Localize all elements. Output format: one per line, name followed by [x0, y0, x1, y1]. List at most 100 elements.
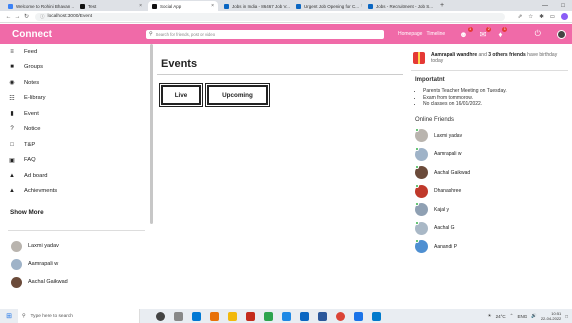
search-input[interactable]: ⚲ Search for friends, post or video: [146, 29, 384, 39]
profile-avatar[interactable]: [561, 13, 568, 20]
header-right: ⏻: [535, 29, 566, 39]
online-friend[interactable]: Dhanashree: [407, 182, 572, 201]
homepage-link[interactable]: Homepage: [398, 31, 422, 37]
mail-icon[interactable]: [300, 311, 309, 321]
sidebar-item[interactable]: ▮ Event: [0, 106, 153, 122]
user-avatar[interactable]: [557, 29, 566, 39]
clock-date: 22-04-2022: [540, 316, 562, 321]
back-icon[interactable]: ←: [4, 14, 13, 20]
avatar: [415, 239, 428, 254]
extensions-icon[interactable]: ✱: [539, 14, 544, 20]
important-title: Importatnt: [415, 77, 445, 83]
app-logo[interactable]: Connect: [0, 29, 146, 40]
online-dot: [415, 146, 419, 151]
office-icon[interactable]: [246, 311, 255, 321]
sidebar-item-label: Groups: [24, 64, 44, 71]
upcoming-button[interactable]: Upcoming: [205, 83, 270, 107]
browser-tab[interactable]: Welcome to Rohini Bhavan ...×: [4, 1, 74, 11]
sidebar-item[interactable]: ▲ Achievments: [0, 184, 153, 200]
rss-icon: ≡: [10, 48, 14, 55]
browser-tab[interactable]: Jobs - Recruitment - Job S...×: [364, 1, 434, 11]
settings-icon[interactable]: [354, 311, 363, 321]
sidebar-item[interactable]: □ T&P: [0, 137, 153, 153]
windows-start-icon[interactable]: ⊞: [0, 312, 18, 320]
close-icon[interactable]: ×: [359, 3, 362, 9]
taskbar-search[interactable]: ⚲ Type here to search: [18, 309, 140, 323]
chat-icon[interactable]: ✉ 2: [480, 26, 492, 39]
avatar: [11, 258, 22, 270]
clock[interactable]: 10:51 22-04-2022: [541, 311, 561, 321]
online-friend[interactable]: Aamrapali w: [407, 145, 572, 164]
sidebar-item[interactable]: ☷ E-library: [0, 91, 153, 107]
sidebar-item-label: Event: [24, 110, 39, 117]
person-icon[interactable]: ☻ 1: [459, 26, 473, 39]
app-icon[interactable]: [210, 311, 219, 321]
online-friend[interactable]: Aanandi P: [407, 238, 572, 257]
browser-tab[interactable]: Urgent Job Opening for C...×: [292, 1, 362, 11]
maximize-icon[interactable]: □: [554, 3, 572, 9]
star-icon[interactable]: ☆: [528, 14, 533, 20]
friend-item[interactable]: Aachal Gaikwad: [0, 273, 153, 291]
volume-icon[interactable]: 🔊: [531, 313, 537, 319]
timeline-link[interactable]: Timeline: [426, 31, 445, 37]
taskbar-search-placeholder: Type here to search: [30, 313, 73, 319]
reload-icon[interactable]: ↻: [22, 13, 31, 20]
friend-item[interactable]: Laxmi yadav: [0, 237, 153, 255]
file-explorer-icon[interactable]: [228, 311, 237, 321]
url-field[interactable]: ⓘ localhost:3000/Event: [35, 12, 505, 21]
show-more-button[interactable]: Show More: [10, 209, 153, 216]
online-dot: [415, 183, 419, 188]
online-friend[interactable]: Aachal G: [407, 219, 572, 238]
photos-icon[interactable]: [282, 311, 291, 321]
sidebar-item[interactable]: ▣ FAQ: [0, 153, 153, 169]
close-icon[interactable]: ×: [209, 3, 214, 9]
sidebar-item[interactable]: ▲ Ad board: [0, 168, 153, 184]
share-icon[interactable]: ⇗: [518, 14, 523, 20]
sidebar-icon[interactable]: ▭: [550, 14, 555, 20]
forward-icon[interactable]: →: [13, 14, 22, 20]
sidebar-item-label: Achievments: [24, 188, 58, 195]
browser-tab[interactable]: Social App ×: [148, 1, 218, 11]
tray-chevron-icon[interactable]: ⌃: [510, 313, 514, 319]
sidebar-item[interactable]: ■ Groups: [0, 60, 153, 76]
online-friend[interactable]: Kajal y: [407, 201, 572, 220]
person-badge: 1: [467, 26, 473, 32]
tab-favicon-icon: [152, 3, 157, 9]
edge-icon[interactable]: [192, 311, 201, 321]
sidebar-item-label: Ad board: [24, 172, 48, 179]
weather-text[interactable]: 24°C: [496, 314, 506, 319]
minimize-icon[interactable]: —: [536, 3, 554, 9]
notifications-icon[interactable]: □: [565, 314, 568, 319]
live-button[interactable]: Live: [159, 83, 203, 107]
store-icon[interactable]: [264, 311, 273, 321]
chat-badge: 2: [486, 26, 492, 32]
new-tab-button[interactable]: +: [436, 1, 448, 11]
browser-tabbar: Welcome to Rohini Bhavan ...×Test×Social…: [0, 0, 572, 11]
online-friend[interactable]: Aachal Gaikwad: [407, 164, 572, 183]
power-icon[interactable]: ⏻: [535, 29, 541, 39]
friend-name: Aachal Gaikwad: [28, 279, 68, 285]
lang-text[interactable]: ENG: [517, 314, 527, 319]
chrome-icon[interactable]: [336, 311, 345, 321]
online-friend[interactable]: Laxmi yadav: [407, 127, 572, 146]
weather-icon[interactable]: ☀: [488, 313, 492, 319]
sidebar-item[interactable]: ◉ Notes: [0, 75, 153, 91]
online-friend-name: Aanandi P: [434, 243, 458, 250]
online-friend-name: Laxmi yadav: [434, 132, 463, 139]
browser-tab[interactable]: Jobs in India - 86467 Job V...×: [220, 1, 290, 11]
vscode-icon[interactable]: [372, 311, 381, 321]
url-text: localhost:3000/Event: [47, 14, 93, 19]
close-icon[interactable]: ×: [433, 3, 434, 9]
widgets-icon[interactable]: [174, 311, 183, 321]
online-dot: [415, 202, 419, 207]
friend-item[interactable]: Aamrapali w: [0, 255, 153, 273]
sidebar-item[interactable]: ≡ Feed: [0, 44, 153, 60]
avatar: [415, 128, 428, 143]
friend-name: Laxmi yadav: [28, 243, 59, 249]
notification-icon[interactable]: ♦ 1: [498, 26, 508, 39]
close-icon[interactable]: ×: [137, 3, 142, 9]
task-view-icon[interactable]: [156, 311, 165, 321]
browser-tab[interactable]: Test ×: [76, 1, 146, 11]
sidebar-item[interactable]: ? Notice: [0, 122, 153, 138]
word-icon[interactable]: [318, 311, 327, 321]
